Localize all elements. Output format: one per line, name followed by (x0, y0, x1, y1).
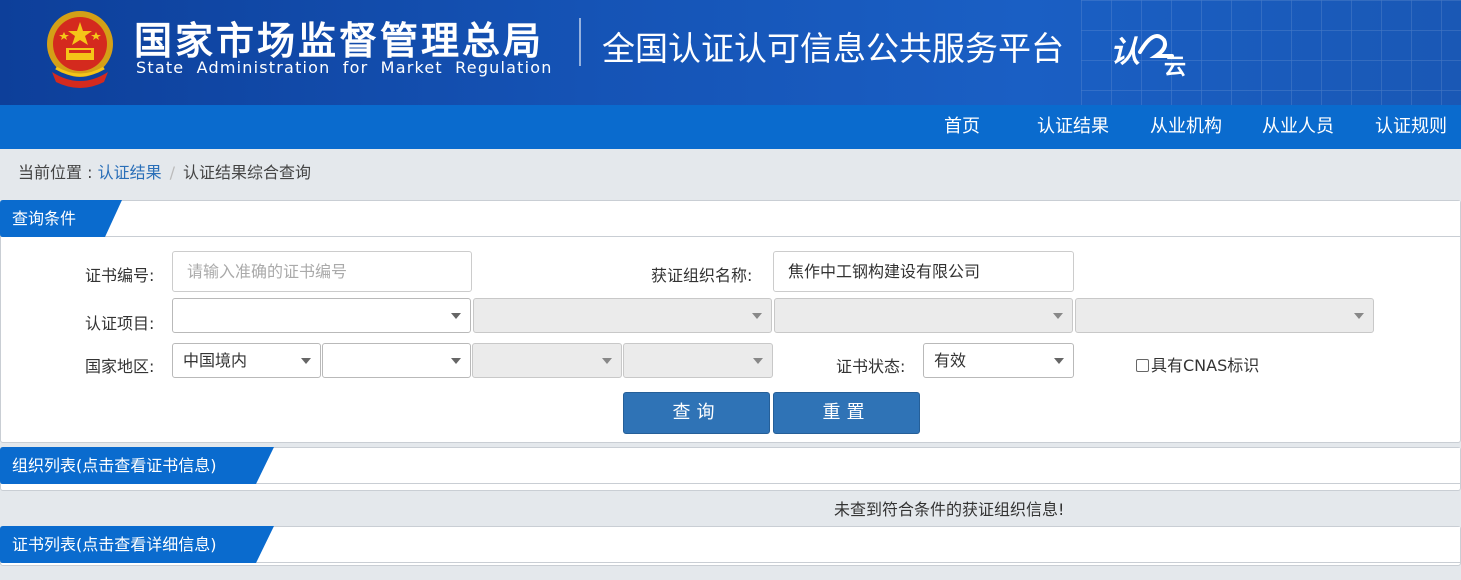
query-panel: 查询条件 证书编号: 请输入准确的证书编号 获证组织名称: 焦作中工钢构建设有限… (0, 200, 1461, 443)
breadcrumb-link-cert-results[interactable]: 认证结果 (98, 163, 162, 182)
renyun-logo-icon: 认 云 (1110, 34, 1186, 78)
header-banner: 国家市场监督管理总局 State Administration for Mark… (0, 0, 1461, 105)
project-select-3[interactable] (774, 298, 1073, 333)
tab-cert-list: 证书列表(点击查看详细信息) (0, 526, 274, 563)
search-button[interactable]: 查询 (623, 392, 770, 434)
cert-list-panel: 证书列表(点击查看详细信息) (0, 526, 1461, 566)
nav-item-institutions[interactable]: 从业机构 (1150, 105, 1222, 149)
project-label: 认证项目: (85, 314, 155, 333)
breadcrumb-separator: / (169, 163, 175, 182)
org-name-input[interactable]: 焦作中工钢构建设有限公司 (773, 251, 1074, 292)
tab-query-conditions: 查询条件 (0, 200, 122, 237)
nav-item-rules[interactable]: 认证规则 (1375, 105, 1447, 149)
chevron-down-icon (1053, 313, 1063, 319)
region-select-value: 中国境内 (183, 351, 248, 370)
region-select-country[interactable]: 中国境内 (172, 343, 321, 378)
breadcrumb-prefix: 当前位置 : (18, 163, 98, 182)
nav-item-cert-results[interactable]: 认证结果 (1037, 105, 1109, 149)
status-select-value: 有效 (934, 351, 967, 370)
chevron-down-icon (451, 313, 461, 319)
chevron-down-icon (451, 358, 461, 364)
main-nav: 首页 认证结果 从业机构 从业人员 认证规则 (0, 105, 1461, 149)
platform-title: 全国认证认可信息公共服务平台 (602, 29, 1064, 68)
agency-name-en: State Administration for Market Regulati… (136, 58, 553, 77)
logo-char-2: 云 (1164, 55, 1186, 78)
nav-item-personnel[interactable]: 从业人员 (1262, 105, 1334, 149)
org-list-header: 组织列表(点击查看证书信息) (0, 447, 1460, 484)
reset-button[interactable]: 重置 (773, 392, 920, 434)
tab-org-list: 组织列表(点击查看证书信息) (0, 447, 274, 484)
chevron-down-icon (752, 313, 762, 319)
chevron-down-icon (753, 358, 763, 364)
status-select[interactable]: 有效 (923, 343, 1074, 378)
cert-no-label: 证书编号: (85, 266, 155, 285)
region-label: 国家地区: (85, 357, 155, 376)
logo-char-1: 认 (1110, 35, 1140, 70)
agency-name-cn: 国家市场监督管理总局 (134, 19, 545, 63)
breadcrumb: 当前位置 : 认证结果 / 认证结果综合查询 (18, 159, 311, 183)
chevron-down-icon (1054, 358, 1064, 364)
chevron-down-icon (602, 358, 612, 364)
region-select-province[interactable] (322, 343, 471, 378)
project-select-2[interactable] (473, 298, 772, 333)
chevron-down-icon (301, 358, 311, 364)
region-select-city[interactable] (472, 343, 622, 378)
org-list-panel: 组织列表(点击查看证书信息) (0, 447, 1461, 491)
cert-list-header: 证书列表(点击查看详细信息) (0, 526, 1460, 563)
national-emblem-icon (47, 11, 113, 88)
status-label: 证书状态: (836, 357, 906, 376)
org-list-empty-message: 未查到符合条件的获证组织信息! (834, 500, 1065, 519)
cert-no-input[interactable]: 请输入准确的证书编号 (172, 251, 472, 292)
cnas-checkbox[interactable] (1136, 359, 1149, 372)
project-select-1[interactable] (172, 298, 471, 333)
breadcrumb-current: 认证结果综合查询 (182, 163, 311, 182)
org-name-label: 获证组织名称: (651, 266, 753, 285)
nav-item-home[interactable]: 首页 (944, 105, 980, 149)
query-panel-header: 查询条件 (0, 200, 1460, 237)
project-select-4[interactable] (1075, 298, 1374, 333)
cnas-checkbox-row[interactable]: 具有CNAS标识 (1136, 352, 1259, 376)
cnas-checkbox-label: 具有CNAS标识 (1151, 356, 1260, 375)
chevron-down-icon (1354, 313, 1364, 319)
region-select-district[interactable] (623, 343, 773, 378)
header-divider (579, 18, 581, 66)
